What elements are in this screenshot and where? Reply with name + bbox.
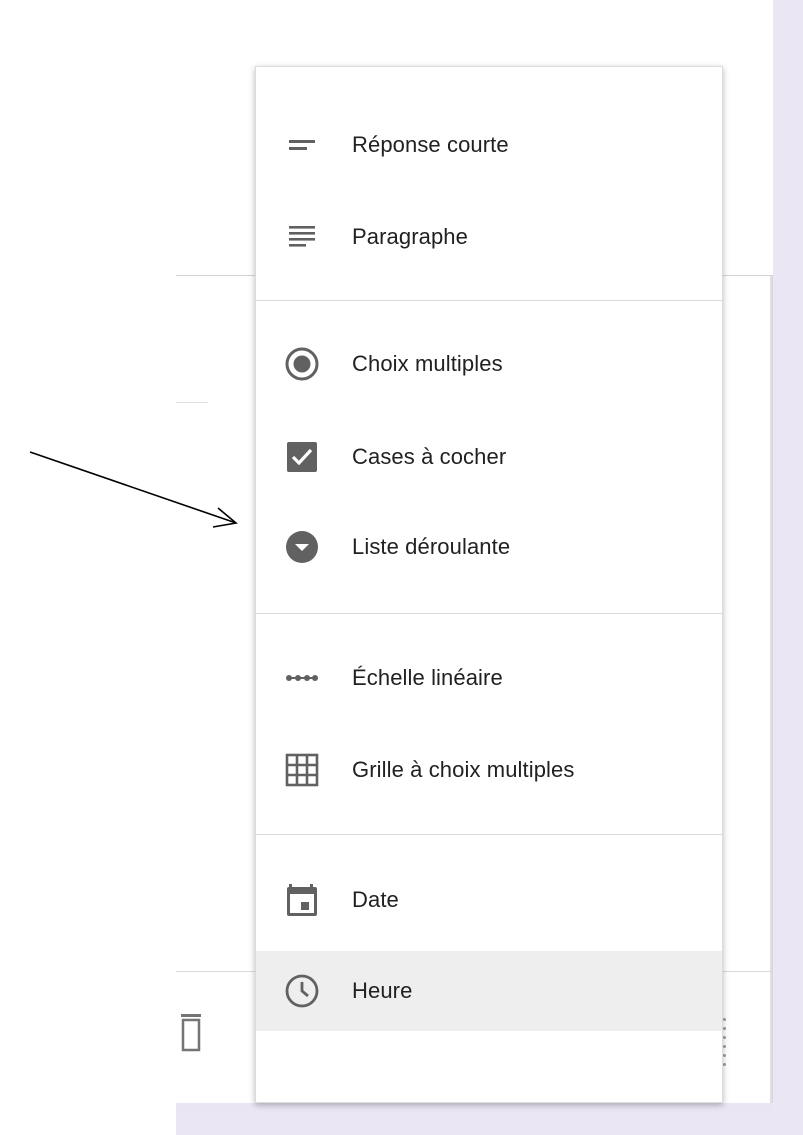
page-background [773,0,803,1135]
card-edge [770,276,773,1104]
dropdown-icon [284,529,320,565]
menu-divider [256,300,722,301]
question-underline [176,402,208,403]
menu-item-label: Échelle linéaire [352,665,503,690]
menu-item-dropdown[interactable]: Liste déroulante [256,507,722,587]
menu-item-label: Choix multiples [352,351,503,376]
short-text-icon [284,127,320,163]
card-bottom-shadow [176,1103,773,1135]
question-type-menu: Réponse courte Paragraphe Choix multiple… [255,66,723,1103]
linear-scale-icon [284,660,320,696]
page: Réponse courte Paragraphe Choix multiple… [0,0,803,1135]
menu-item-multiple-choice[interactable]: Choix multiples [256,324,722,404]
menu-item-label: Grille à choix multiples [352,757,575,782]
radio-button-icon [284,346,320,382]
checkbox-icon [284,439,320,475]
menu-divider [256,613,722,614]
menu-item-label: Heure [352,978,413,1003]
menu-item-paragraph[interactable]: Paragraphe [256,197,722,277]
menu-item-label: Réponse courte [352,132,509,157]
menu-item-time[interactable]: Heure [256,951,722,1031]
menu-divider [256,834,722,835]
menu-item-label: Paragraphe [352,224,468,249]
grid-icon [284,752,320,788]
menu-item-label: Date [352,887,399,912]
menu-item-linear-scale[interactable]: Échelle linéaire [256,638,722,718]
paragraph-icon [284,219,320,255]
menu-item-grid[interactable]: Grille à choix multiples [256,730,722,810]
menu-item-short-answer[interactable]: Réponse courte [256,105,722,185]
menu-item-date[interactable]: Date [256,860,722,940]
menu-item-label: Liste déroulante [352,534,511,559]
menu-item-label: Cases à cocher [352,444,507,469]
delete-icon[interactable] [178,1012,204,1052]
menu-item-checkboxes[interactable]: Cases à cocher [256,417,722,497]
calendar-icon [284,882,320,918]
clock-icon [284,973,320,1009]
